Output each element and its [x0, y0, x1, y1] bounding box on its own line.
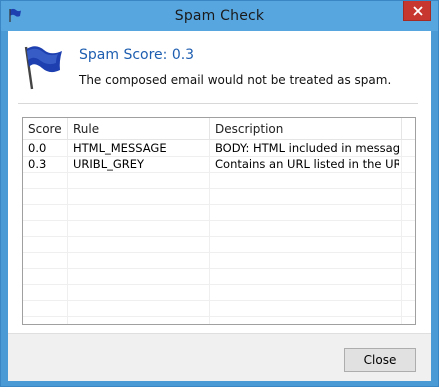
row-gridline [23, 316, 415, 317]
divider [18, 103, 418, 104]
table-row[interactable]: 0.0 HTML_MESSAGE BODY: HTML included in … [23, 140, 415, 156]
dialog-content: Spam Score: 0.3 The composed email would… [8, 31, 431, 381]
column-score[interactable]: Score [23, 118, 68, 139]
spam-score-title: Spam Score: 0.3 [79, 47, 195, 63]
cell-score: 0.3 [28, 157, 47, 171]
row-gridline [23, 300, 415, 301]
dialog-footer: Close [8, 333, 431, 381]
title-bar[interactable]: Spam Check [1, 1, 438, 31]
column-rule-label: Rule [73, 122, 100, 136]
cell-description: Contains an URL listed in the URIB... [215, 157, 399, 171]
row-gridline [23, 252, 415, 253]
list-header: Score Rule Description [23, 118, 415, 140]
window-title: Spam Check [174, 8, 265, 24]
rules-list[interactable]: Score Rule Description 0.0 HTML_MESSAGE … [22, 117, 416, 325]
column-description-label: Description [215, 122, 284, 136]
spam-check-dialog: Spam Check Spam Score: 0.3 The composed … [0, 0, 439, 387]
spam-result-message: The composed email would not be treated … [79, 73, 392, 87]
column-description[interactable]: Description [210, 118, 402, 139]
row-gridline [23, 204, 415, 205]
column-score-label: Score [28, 122, 62, 136]
close-icon [413, 6, 423, 16]
row-gridline [23, 172, 415, 173]
column-rule[interactable]: Rule [68, 118, 210, 139]
cell-score: 0.0 [28, 141, 47, 155]
row-gridline [23, 188, 415, 189]
table-row[interactable]: 0.3 URIBL_GREY Contains an URL listed in… [23, 156, 415, 172]
close-button[interactable]: Close [344, 348, 416, 372]
cell-rule: URIBL_GREY [73, 157, 145, 171]
row-gridline [23, 284, 415, 285]
cell-description: BODY: HTML included in message [215, 141, 399, 155]
blue-flag-icon [18, 43, 66, 91]
row-gridline [23, 268, 415, 269]
row-gridline [23, 220, 415, 221]
cell-rule: HTML_MESSAGE [73, 141, 167, 155]
row-gridline [23, 236, 415, 237]
window-close-button[interactable] [403, 1, 431, 21]
